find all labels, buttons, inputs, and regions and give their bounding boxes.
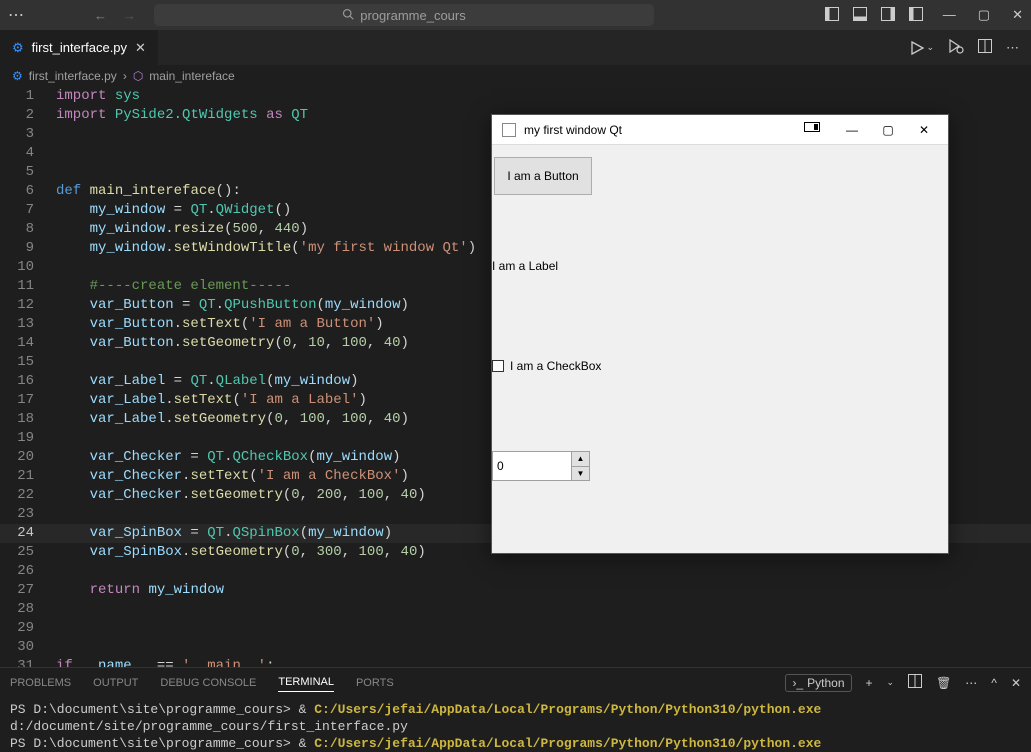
layout-panel-icon[interactable] — [853, 7, 867, 24]
chevron-right-icon: › — [123, 69, 127, 83]
tab-problems[interactable]: PROBLEMS — [10, 677, 71, 689]
debug-run-icon[interactable] — [948, 39, 964, 56]
qt-maximize-icon[interactable]: ▢ — [874, 123, 902, 137]
search-placeholder: programme_cours — [360, 8, 466, 23]
search-icon — [342, 8, 354, 23]
terminal-line: PS D:\document\site\programme_cours> & C… — [10, 701, 1021, 735]
close-tab-icon[interactable]: ✕ — [135, 40, 146, 56]
nav-back-icon[interactable]: ← — [94, 8, 107, 23]
qt-minimize-icon[interactable]: — — [838, 123, 866, 137]
qt-app-window: my first window Qt — ▢ ✕ I am a Button I… — [491, 114, 949, 554]
qt-close-icon[interactable]: ✕ — [910, 123, 938, 137]
spinbox-up-icon[interactable]: ▲ — [572, 452, 589, 467]
close-window-icon[interactable]: ✕ — [1012, 7, 1023, 23]
layout-sidebar-left-icon[interactable] — [825, 7, 839, 24]
qt-titlebar[interactable]: my first window Qt — ▢ ✕ — [492, 115, 948, 145]
qt-checkbox[interactable]: I am a CheckBox — [492, 359, 601, 373]
qt-spinbox[interactable]: 0 ▲ ▼ — [492, 451, 590, 481]
breadcrumb-file: first_interface.py — [29, 69, 117, 83]
tab-debug-console[interactable]: DEBUG CONSOLE — [160, 677, 256, 689]
tab-terminal[interactable]: TERMINAL — [278, 676, 334, 692]
editor-tabbar: ⚙ first_interface.py ✕ ⌄ ⋯ — [0, 30, 1031, 65]
split-terminal-icon[interactable] — [908, 674, 922, 691]
menu-icon[interactable]: ⋯ — [8, 5, 26, 25]
more-actions-icon[interactable]: ⋯ — [1006, 40, 1019, 56]
editor-tab[interactable]: ⚙ first_interface.py ✕ — [0, 30, 159, 65]
terminal-icon: ›_ — [792, 676, 803, 690]
more-terminal-icon[interactable]: ⋯ — [965, 676, 977, 690]
maximize-panel-icon[interactable]: ^ — [991, 676, 997, 690]
qt-app-icon — [502, 123, 516, 137]
terminal-line: PS D:\document\site\programme_cours> & C… — [10, 735, 1021, 752]
qt-label: I am a Label — [492, 259, 558, 273]
terminal-output[interactable]: PS D:\document\site\programme_cours> & C… — [0, 697, 1031, 752]
nav-forward-icon[interactable]: → — [123, 8, 136, 23]
close-panel-icon[interactable]: ✕ — [1011, 676, 1021, 690]
split-editor-icon[interactable] — [978, 39, 992, 56]
minimize-icon[interactable]: — — [943, 7, 956, 23]
breadcrumb[interactable]: ⚙ first_interface.py › ⬡ main_intereface — [0, 65, 1031, 87]
qt-window-title: my first window Qt — [524, 123, 796, 137]
maximize-icon[interactable]: ▢ — [978, 7, 990, 23]
titlebar: ⋯ ← → programme_cours — ▢ ✕ — [0, 0, 1031, 30]
layout-sidebar-right-icon[interactable] — [881, 7, 895, 24]
tab-output[interactable]: OUTPUT — [93, 677, 138, 689]
layout-customize-icon[interactable] — [909, 7, 923, 24]
tab-ports[interactable]: PORTS — [356, 677, 394, 689]
python-file-icon: ⚙ — [12, 69, 23, 83]
tab-filename: first_interface.py — [32, 40, 127, 55]
spinbox-value[interactable]: 0 — [493, 452, 571, 480]
kill-terminal-icon[interactable]: 🗑 — [936, 676, 951, 690]
new-terminal-icon[interactable]: + — [866, 676, 873, 690]
terminal-profile-badge[interactable]: ›_ Python — [785, 674, 851, 692]
python-file-icon: ⚙ — [12, 40, 24, 56]
run-icon[interactable]: ⌄ — [910, 41, 934, 55]
panel-tabbar: PROBLEMS OUTPUT DEBUG CONSOLE TERMINAL P… — [0, 667, 1031, 697]
command-center[interactable]: programme_cours — [154, 4, 654, 26]
symbol-icon: ⬡ — [133, 69, 143, 83]
qt-help-icon[interactable] — [804, 122, 820, 137]
spinbox-down-icon[interactable]: ▼ — [572, 467, 589, 481]
terminal-dropdown-icon[interactable]: ⌄ — [887, 677, 895, 688]
checkbox-box-icon — [492, 360, 504, 372]
qt-push-button[interactable]: I am a Button — [494, 157, 592, 195]
breadcrumb-symbol: main_intereface — [149, 69, 234, 83]
